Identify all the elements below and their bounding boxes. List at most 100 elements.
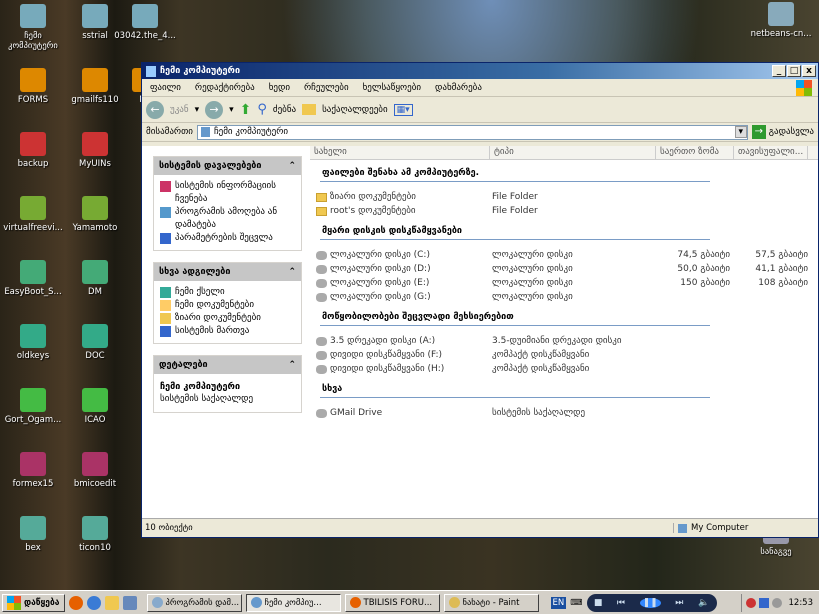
desktop-icon[interactable]: DOC bbox=[64, 324, 126, 361]
minimize-button[interactable]: _ bbox=[772, 65, 786, 77]
network-tray-icon[interactable] bbox=[758, 597, 769, 608]
internet-explorer-icon[interactable] bbox=[86, 595, 101, 610]
close-button[interactable]: x bbox=[802, 65, 816, 77]
collapse-icon[interactable]: ⌃ bbox=[288, 360, 296, 370]
language-indicator[interactable]: EN bbox=[550, 596, 567, 609]
column-header[interactable]: საერთო ზომა bbox=[656, 146, 734, 159]
folder-icon[interactable] bbox=[104, 595, 119, 610]
menu-item[interactable]: ფაილი bbox=[150, 83, 181, 93]
desktop-icon[interactable]: ICAO bbox=[64, 388, 126, 425]
forward-dropdown-icon[interactable]: ▾ bbox=[229, 105, 234, 115]
panel-header[interactable]: სხვა ადგილები ⌃ bbox=[154, 263, 301, 281]
desktop-icon[interactable]: bex bbox=[2, 516, 64, 553]
taskbar-button[interactable]: TBILISIS FORU... bbox=[344, 593, 440, 612]
task-link[interactable]: სისტემის მართვა bbox=[160, 325, 295, 338]
maximize-button[interactable]: □ bbox=[787, 65, 801, 77]
task-link[interactable]: სისტემის ინფორმაციის ჩვენება bbox=[160, 180, 295, 206]
go-button[interactable]: → გადასვლა bbox=[751, 125, 814, 139]
desktop-icon[interactable]: backup bbox=[2, 132, 64, 169]
task-panel: სხვა ადგილები ⌃ ჩემი ქსელი ჩემი დოკუმენტები… bbox=[153, 262, 302, 344]
list-item[interactable]: ლოკალური დისკი (D:) ლოკალური დისკი 50,0 გბ… bbox=[316, 262, 818, 276]
start-button[interactable]: დაწყება bbox=[2, 593, 65, 612]
collapse-icon[interactable]: ⌃ bbox=[288, 161, 296, 171]
folders-button[interactable]: საქაღალდეები bbox=[322, 105, 388, 115]
taskbar-button-label: ჩემი კომპიუ... bbox=[264, 597, 322, 608]
security-tray-icon[interactable] bbox=[771, 597, 782, 608]
next-icon[interactable]: ⏭ bbox=[675, 598, 683, 608]
item-name: 3.5 დრეკადი დისკი (A:) bbox=[330, 336, 436, 346]
menu-item[interactable]: დახმარება bbox=[435, 83, 482, 93]
task-link[interactable]: ზიარი დოკუმენტები bbox=[160, 312, 295, 325]
desktop-icon[interactable]: ticon10 bbox=[64, 516, 126, 553]
desktop-icon[interactable]: netbeans-cn... bbox=[750, 2, 812, 39]
desktop-icon[interactable]: EasyBoot_S... bbox=[2, 260, 64, 297]
task-link[interactable]: ჩემი დოკუმენტები bbox=[160, 299, 295, 312]
menu-item[interactable]: ხელსაწყოები bbox=[363, 83, 421, 93]
forward-button[interactable]: → bbox=[205, 100, 224, 119]
desktop-icon-label: DOC bbox=[85, 351, 105, 361]
desktop-icon[interactable]: formex15 bbox=[2, 452, 64, 489]
item-type: სისტემის საქაღალდე bbox=[492, 408, 586, 418]
list-item[interactable]: დივიდი დისკწამყვანი (F:) კომპაქტ დისკწამყ… bbox=[316, 348, 818, 362]
list-item[interactable]: ლოკალური დისკი (E:) ლოკალური დისკი 150 გბა… bbox=[316, 276, 818, 290]
column-header[interactable]: თავისუფალი... bbox=[734, 146, 808, 159]
column-header[interactable]: ტიპი bbox=[490, 146, 656, 159]
list-item[interactable]: ლოკალური დისკი (G:) ლოკალური დისკი bbox=[316, 290, 818, 304]
app-icon bbox=[349, 597, 361, 608]
back-button[interactable]: უკან bbox=[170, 105, 189, 115]
taskbar-button[interactable]: ჩემი კომპიუ... bbox=[245, 593, 341, 612]
search-button[interactable]: ძებნა bbox=[273, 105, 296, 115]
pause-icon[interactable]: ❚❚ bbox=[639, 597, 661, 608]
desktop-icon[interactable]: ჩემი კომპიუტერი bbox=[2, 4, 64, 51]
list-item[interactable]: ლოკალური დისკი (C:) ლოკალური დისკი 74,5 გბ… bbox=[316, 248, 818, 262]
up-folder-button[interactable]: ⬆ bbox=[240, 102, 252, 118]
desktop-icon[interactable]: DM bbox=[64, 260, 126, 297]
desktop-icon[interactable]: Gort_Ogam... bbox=[2, 388, 64, 425]
keyboard-icon[interactable]: ⌨ bbox=[570, 598, 582, 608]
list-item[interactable]: root's დოკუმენტები File Folder bbox=[316, 204, 818, 218]
media-player-controls[interactable]: ■ ⏮ ❚❚ ⏭ 🔈 bbox=[586, 593, 717, 612]
panel-header[interactable]: სისტემის დავალებები ⌃ bbox=[154, 157, 301, 175]
desktop-icon[interactable]: oldkeys bbox=[2, 324, 64, 361]
stop-icon[interactable]: ■ bbox=[594, 598, 603, 608]
panel-header[interactable]: დეტალები ⌃ bbox=[154, 356, 301, 374]
desktop-icon[interactable]: virtualfreevi... bbox=[2, 196, 64, 233]
status-location: My Computer bbox=[691, 523, 749, 533]
taskbar-button[interactable]: პროგრამის დამ... bbox=[146, 593, 242, 612]
desktop-icon[interactable]: MyUINs bbox=[64, 132, 126, 169]
desktop-icon[interactable]: FORMS bbox=[2, 68, 64, 105]
menu-item[interactable]: ხედი bbox=[269, 83, 290, 93]
previous-icon[interactable]: ⏮ bbox=[617, 598, 625, 608]
firefox-icon[interactable] bbox=[68, 595, 83, 610]
task-icon bbox=[160, 287, 171, 298]
list-item[interactable]: ზიარი დოკუმენტები File Folder bbox=[316, 190, 818, 204]
list-item[interactable]: GMail Drive სისტემის საქაღალდე bbox=[316, 406, 818, 420]
desktop-icon[interactable]: 03042.the_4... bbox=[114, 4, 176, 41]
task-link[interactable]: პროგრამის ამოღება ან დამატება bbox=[160, 206, 295, 232]
taskbar-button[interactable]: ნახატი - Paint bbox=[443, 593, 539, 612]
task-icon bbox=[160, 207, 171, 218]
outlook-icon[interactable] bbox=[122, 595, 137, 610]
desktop-shortcut-icon bbox=[82, 260, 108, 284]
task-link[interactable]: პარამეტრების შეცვლა bbox=[160, 232, 295, 245]
address-input[interactable]: ჩემი კომპიუტერი ▾ bbox=[196, 124, 748, 140]
menu-item[interactable]: რჩეულები bbox=[304, 83, 349, 93]
task-link[interactable]: ჩემი ქსელი bbox=[160, 286, 295, 299]
back-arrow-icon[interactable]: ← bbox=[146, 100, 164, 119]
menu-item[interactable]: რედაქტირება bbox=[195, 83, 255, 93]
item-name: GMail Drive bbox=[330, 408, 383, 418]
collapse-icon[interactable]: ⌃ bbox=[288, 267, 296, 277]
address-dropdown-icon[interactable]: ▾ bbox=[734, 126, 747, 138]
list-item[interactable]: დივიდი დისკწამყვანი (H:) კომპაქტ დისკწამყ… bbox=[316, 362, 818, 376]
task-panel: სისტემის დავალებები ⌃ სისტემის ინფორმაციის… bbox=[153, 156, 302, 251]
antivirus-tray-icon[interactable] bbox=[745, 597, 756, 608]
back-dropdown-icon[interactable]: ▾ bbox=[195, 105, 200, 115]
volume-icon[interactable]: 🔈 bbox=[698, 598, 709, 608]
group-header: მყარი დისკის დისკწამყვანები bbox=[320, 226, 710, 240]
title-bar[interactable]: ჩემი კომპიუტერი _ □ x bbox=[142, 63, 818, 79]
views-button[interactable]: ▦▾ bbox=[393, 103, 413, 116]
column-header[interactable]: სახელი bbox=[310, 146, 490, 159]
desktop-icon[interactable]: bmicoedit bbox=[64, 452, 126, 489]
desktop-icon[interactable]: Yamamoto bbox=[64, 196, 126, 233]
list-item[interactable]: 3.5 დრეკადი დისკი (A:) 3.5-დუიმიანი დრეკა… bbox=[316, 334, 818, 348]
